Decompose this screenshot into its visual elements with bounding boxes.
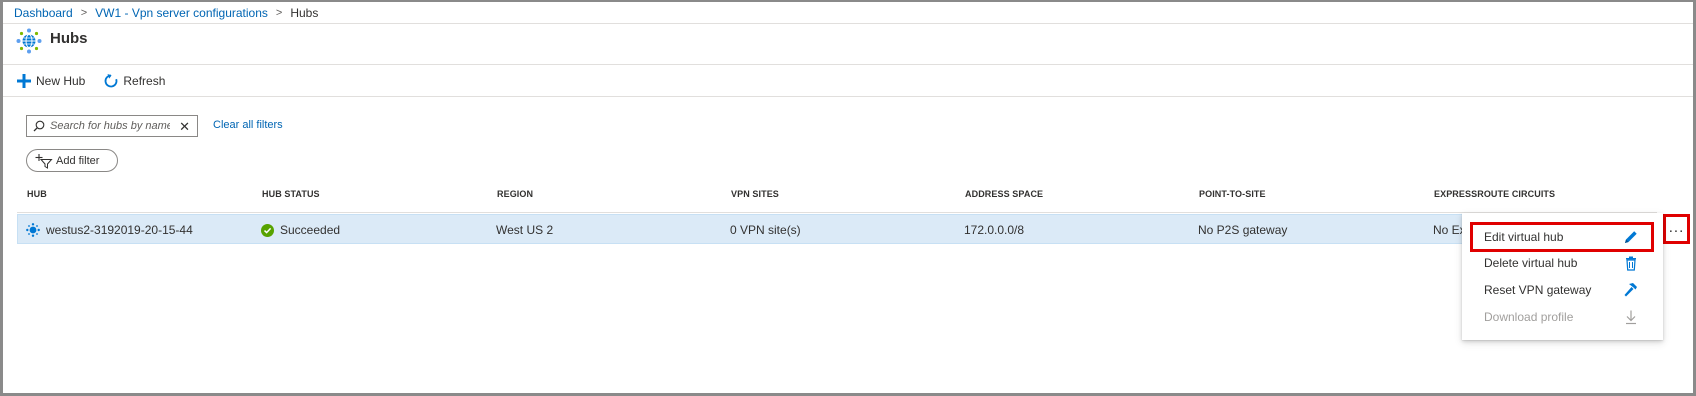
search-input[interactable]: [50, 120, 170, 132]
status-cell: Succeeded: [261, 223, 340, 237]
download-icon: [1626, 310, 1636, 325]
search-box: ✕: [26, 115, 198, 137]
virtual-hub-icon: [16, 28, 42, 54]
column-header-hub[interactable]: HUB: [27, 189, 47, 199]
column-header-point-to-site[interactable]: POINT-TO-SITE: [1199, 189, 1266, 199]
success-check-icon: [261, 223, 274, 237]
breadcrumb: Dashboard > VW1 - Vpn server configurati…: [14, 4, 318, 22]
more-actions-button[interactable]: ...: [1663, 214, 1690, 244]
refresh-button[interactable]: Refresh: [103, 73, 165, 89]
virtual-hub-icon: [26, 223, 40, 237]
toolbar: New Hub Refresh: [16, 72, 183, 90]
region-cell: West US 2: [496, 223, 554, 237]
menu-item-edit-virtual-hub[interactable]: Edit virtual hub: [1470, 222, 1654, 252]
hub-status: Succeeded: [280, 223, 341, 237]
clear-all-filters-link[interactable]: Clear all filters: [213, 119, 283, 131]
menu-item-download-profile[interactable]: Download profile: [1462, 304, 1663, 330]
column-header-hub-status[interactable]: HUB STATUS: [262, 189, 320, 199]
breadcrumb-vpn-configurations-link[interactable]: VW1 - Vpn server configurations: [95, 6, 268, 20]
menu-item-label: Reset VPN gateway: [1484, 283, 1592, 297]
plus-icon: [17, 74, 31, 88]
column-header-region[interactable]: REGION: [497, 189, 533, 199]
divider: [17, 212, 1657, 213]
expressroute-cell: No Ex: [1433, 223, 1466, 237]
clear-search-icon[interactable]: ✕: [179, 119, 190, 135]
page-header: Hubs: [16, 28, 88, 54]
hub-name[interactable]: westus2-3192019-20-15-44: [46, 223, 193, 237]
table-header: HUB HUB STATUS REGION VPN SITES ADDRESS …: [27, 189, 1657, 203]
menu-item-reset-vpn-gateway[interactable]: Reset VPN gateway: [1462, 277, 1663, 303]
search-icon: [33, 120, 45, 132]
new-hub-label: New Hub: [36, 74, 86, 88]
vpn-sites-cell: 0 VPN site(s): [730, 223, 801, 237]
column-header-address-space[interactable]: ADDRESS SPACE: [965, 189, 1043, 199]
menu-item-label: Download profile: [1484, 310, 1574, 324]
breadcrumb-dashboard-link[interactable]: Dashboard: [14, 6, 73, 20]
trash-icon: [1626, 256, 1636, 271]
menu-item-delete-virtual-hub[interactable]: Delete virtual hub: [1462, 250, 1663, 276]
breadcrumb-current: Hubs: [290, 6, 319, 20]
breadcrumb-separator: >: [80, 7, 88, 19]
add-filter-label: Add filter: [56, 154, 100, 167]
column-header-vpn-sites[interactable]: VPN SITES: [731, 189, 779, 199]
menu-item-label: Delete virtual hub: [1484, 256, 1578, 270]
hub-cell: westus2-3192019-20-15-44: [26, 223, 193, 237]
table-row[interactable]: westus2-3192019-20-15-44 Succeeded West …: [17, 214, 1666, 244]
pencil-icon: [1625, 231, 1637, 243]
address-space-cell: 172.0.0.0/8: [964, 223, 1025, 237]
divider: [3, 23, 1693, 24]
point-to-site-cell: No P2S gateway: [1198, 223, 1288, 237]
row-context-menu: Edit virtual hub Delete virtual hub Rese…: [1462, 213, 1663, 340]
add-filter-icon: [35, 153, 53, 169]
divider: [3, 64, 1693, 65]
refresh-icon: [104, 74, 118, 88]
column-header-expressroute-circuits[interactable]: EXPRESSROUTE CIRCUITS: [1434, 189, 1555, 199]
hammer-icon: [1624, 283, 1637, 297]
new-hub-button[interactable]: New Hub: [16, 73, 85, 89]
breadcrumb-separator: >: [275, 7, 283, 19]
page-title: Hubs: [50, 29, 88, 47]
add-filter-button[interactable]: Add filter: [26, 149, 118, 172]
divider: [3, 96, 1693, 97]
menu-item-label: Edit virtual hub: [1484, 230, 1564, 244]
refresh-label: Refresh: [123, 74, 166, 88]
